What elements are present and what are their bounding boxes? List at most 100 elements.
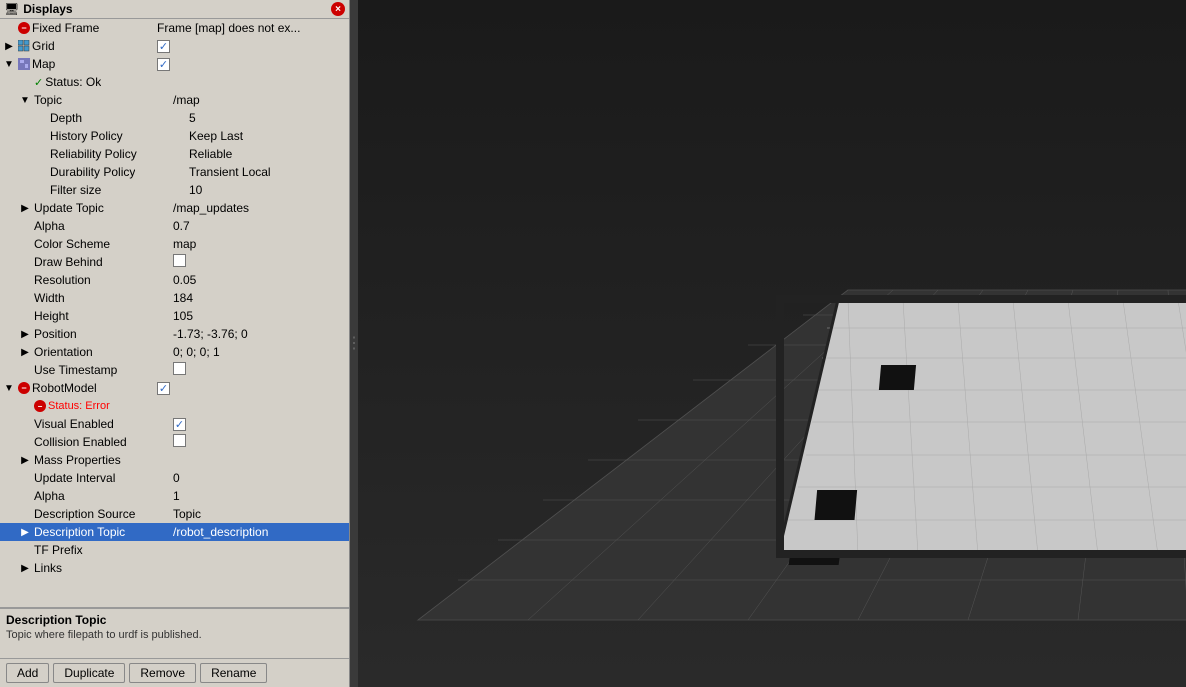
update-topic-value: /map_updates <box>173 201 347 215</box>
collision-enabled-checkbox[interactable] <box>173 434 347 450</box>
collision-enabled-label-cell: Collision Enabled <box>18 435 173 449</box>
position-label: Position <box>34 327 77 341</box>
grid-row[interactable]: ▶ Grid <box>0 37 349 55</box>
description-source-label-cell: Description Source <box>18 507 173 521</box>
resolution-label-cell: Resolution <box>18 273 173 287</box>
draw-behind-label: Draw Behind <box>34 255 103 269</box>
draw-behind-row[interactable]: Draw Behind <box>0 253 349 271</box>
orientation-row[interactable]: ▶ Orientation 0; 0; 0; 1 <box>0 343 349 361</box>
panel-title: Displays <box>23 2 72 16</box>
map-label: Map <box>32 57 55 71</box>
tf-prefix-row[interactable]: TF Prefix <box>0 541 349 559</box>
add-button[interactable]: Add <box>6 663 49 683</box>
draw-behind-check[interactable] <box>173 254 186 267</box>
position-row[interactable]: ▶ Position -1.73; -3.76; 0 <box>0 325 349 343</box>
map-row[interactable]: ▼ Map <box>0 55 349 73</box>
topic-expander[interactable]: ▼ <box>18 93 32 107</box>
update-topic-label: Update Topic <box>34 201 104 215</box>
depth-value: 5 <box>189 111 347 125</box>
durability-policy-label: Durability Policy <box>50 165 135 179</box>
fixed-frame-row[interactable]: − Fixed Frame Frame [map] does not ex... <box>0 19 349 37</box>
visual-enabled-row[interactable]: Visual Enabled <box>0 415 349 433</box>
alpha-row[interactable]: Alpha 0.7 <box>0 217 349 235</box>
map-expander[interactable]: ▼ <box>2 57 16 71</box>
robotmodel-check[interactable] <box>157 382 170 395</box>
links-row[interactable]: ▶ Links <box>0 559 349 577</box>
robotmodel-label-cell: ▼ − RobotModel <box>2 381 157 395</box>
use-timestamp-checkbox[interactable] <box>173 362 347 378</box>
color-scheme-row[interactable]: Color Scheme map <box>0 235 349 253</box>
use-timestamp-check[interactable] <box>173 362 186 375</box>
map-checkbox[interactable] <box>157 57 347 71</box>
grid-icon <box>18 40 30 52</box>
history-policy-row[interactable]: History Policy Keep Last <box>0 127 349 145</box>
update-topic-expander[interactable]: ▶ <box>18 201 32 215</box>
orientation-label: Orientation <box>34 345 93 359</box>
use-timestamp-label-cell: Use Timestamp <box>18 363 173 377</box>
visual-enabled-check[interactable] <box>173 418 186 431</box>
map-plane <box>776 295 1186 565</box>
collision-enabled-label: Collision Enabled <box>34 435 127 449</box>
grid-check[interactable] <box>157 40 170 53</box>
links-expander[interactable]: ▶ <box>18 561 32 575</box>
orientation-value: 0; 0; 0; 1 <box>173 345 347 359</box>
robotmodel-row[interactable]: ▼ − RobotModel <box>0 379 349 397</box>
description-topic-label-cell: ▶ Description Topic <box>18 525 173 539</box>
remove-button[interactable]: Remove <box>129 663 196 683</box>
robotmodel-label: RobotModel <box>32 381 97 395</box>
update-topic-row[interactable]: ▶ Update Topic /map_updates <box>0 199 349 217</box>
duplicate-button[interactable]: Duplicate <box>53 663 125 683</box>
map-label-cell: ▼ Map <box>2 57 157 71</box>
close-button[interactable]: × <box>331 2 345 16</box>
grid-expander[interactable]: ▶ <box>2 39 16 53</box>
use-timestamp-row[interactable]: Use Timestamp <box>0 361 349 379</box>
description-source-row[interactable]: Description Source Topic <box>0 505 349 523</box>
mass-properties-expander[interactable]: ▶ <box>18 453 32 467</box>
draw-behind-checkbox[interactable] <box>173 254 347 270</box>
visual-enabled-label-cell: Visual Enabled <box>18 417 173 431</box>
color-scheme-label-cell: Color Scheme <box>18 237 173 251</box>
description-topic-expander[interactable]: ▶ <box>18 525 32 539</box>
rename-button[interactable]: Rename <box>200 663 267 683</box>
visual-enabled-label: Visual Enabled <box>34 417 114 431</box>
grid-checkbox[interactable] <box>157 39 347 53</box>
resolution-row[interactable]: Resolution 0.05 <box>0 271 349 289</box>
height-row[interactable]: Height 105 <box>0 307 349 325</box>
mass-properties-row[interactable]: ▶ Mass Properties <box>0 451 349 469</box>
robotmodel-expander[interactable]: ▼ <box>2 381 16 395</box>
depth-row[interactable]: Depth 5 <box>0 109 349 127</box>
robotmodel-checkbox[interactable] <box>157 381 347 395</box>
topic-row[interactable]: ▼ Topic /map <box>0 91 349 109</box>
alpha-value: 0.7 <box>173 219 347 233</box>
collision-enabled-check[interactable] <box>173 434 186 447</box>
description-topic-row[interactable]: ▶ Description Topic /robot_description <box>0 523 349 541</box>
alpha2-row[interactable]: Alpha 1 <box>0 487 349 505</box>
tf-prefix-label-cell: TF Prefix <box>18 543 173 557</box>
position-value: -1.73; -3.76; 0 <box>173 327 347 341</box>
orientation-expander[interactable]: ▶ <box>18 345 32 359</box>
update-interval-label: Update Interval <box>34 471 115 485</box>
panel-divider[interactable]: ⋮ <box>350 0 358 687</box>
draw-behind-label-cell: Draw Behind <box>18 255 173 269</box>
position-expander[interactable]: ▶ <box>18 327 32 341</box>
button-bar: Add Duplicate Remove Rename <box>0 658 349 687</box>
reliability-policy-row[interactable]: Reliability Policy Reliable <box>0 145 349 163</box>
filter-size-row[interactable]: Filter size 10 <box>0 181 349 199</box>
resolution-label: Resolution <box>34 273 91 287</box>
collision-enabled-row[interactable]: Collision Enabled <box>0 433 349 451</box>
map-check[interactable] <box>157 58 170 71</box>
tree-area[interactable]: − Fixed Frame Frame [map] does not ex...… <box>0 19 349 608</box>
topic-label: Topic <box>34 93 62 107</box>
grid-label: Grid <box>32 39 55 53</box>
durability-policy-row[interactable]: Durability Policy Transient Local <box>0 163 349 181</box>
alpha-label: Alpha <box>34 219 65 233</box>
tf-prefix-label: TF Prefix <box>34 543 83 557</box>
viewport-panel <box>358 0 1186 687</box>
alpha2-value: 1 <box>173 489 347 503</box>
filter-size-value: 10 <box>189 183 347 197</box>
width-row[interactable]: Width 184 <box>0 289 349 307</box>
reliability-policy-label: Reliability Policy <box>50 147 137 161</box>
visual-enabled-checkbox[interactable] <box>173 417 347 431</box>
update-interval-value: 0 <box>173 471 347 485</box>
update-interval-row[interactable]: Update Interval 0 <box>0 469 349 487</box>
